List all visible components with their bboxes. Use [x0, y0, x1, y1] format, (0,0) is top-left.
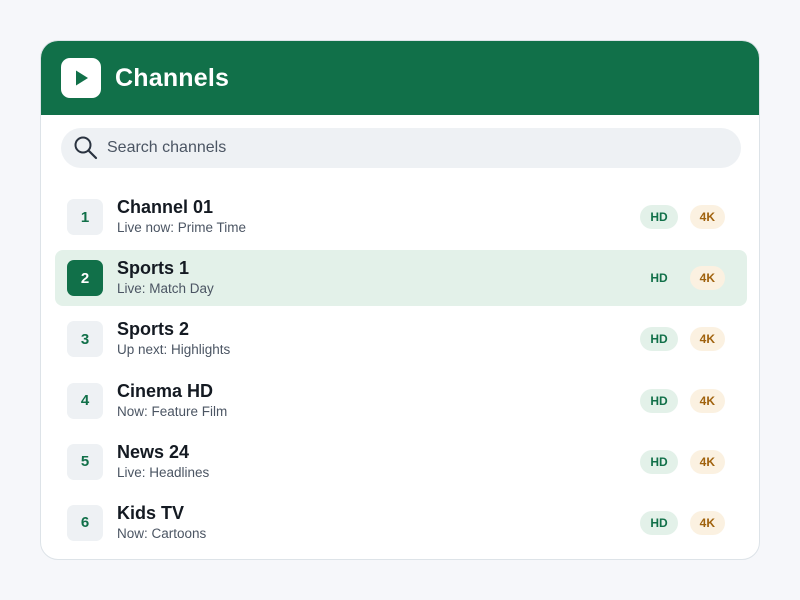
channel-info: Channel 01 Live now: Prime Time	[117, 197, 246, 237]
channel-number: 2	[67, 260, 103, 297]
channel-subtitle: Live now: Prime Time	[117, 220, 247, 235]
channel-row[interactable]: 3 Sports 2 Up next: Highlights HD 4K	[55, 311, 747, 367]
channel-name: Sports 2	[117, 319, 190, 340]
channel-row[interactable]: 6 Kids TV Now: Cartoons HD 4K	[55, 495, 747, 551]
4k-badge: 4K	[689, 327, 725, 352]
channel-row-selected[interactable]: 2 Sports 1 Live: Match Day HD 4K	[55, 250, 747, 307]
channel-name: Cinema HD	[117, 380, 214, 401]
channel-info: Sports 2 Up next: Highlights	[117, 319, 230, 359]
search-input[interactable]	[107, 139, 707, 157]
channel-list: 1 Channel 01 Live now: Prime Time HD 4K …	[55, 189, 747, 556]
search-bar[interactable]	[61, 128, 741, 168]
channel-subtitle: Up next: Highlights	[117, 342, 231, 358]
channel-info: Cinema HD Now: Feature Film	[117, 381, 227, 421]
channel-info: Kids TV Now: Cartoons	[117, 503, 206, 543]
channel-row[interactable]: 1 Channel 01 Live now: Prime Time HD 4K	[55, 189, 747, 245]
channel-number: 1	[67, 199, 103, 235]
4k-badge: 4K	[689, 449, 725, 474]
hd-badge: HD	[640, 510, 678, 535]
badge-group: HD 4K	[640, 327, 725, 352]
badge-group: HD 4K	[640, 266, 725, 291]
channel-name: News 24	[117, 441, 190, 462]
channel-number: 6	[67, 504, 103, 541]
channel-row[interactable]: 4 Cinema HD Now: Feature Film HD 4K	[55, 373, 747, 429]
4k-badge: 4K	[689, 388, 725, 413]
hd-badge: HD	[640, 205, 678, 229]
hd-badge: HD	[640, 449, 678, 474]
page-title: Channels	[115, 63, 230, 92]
channels-card: Channels 1 Channel 01 Live now: Prime Ti…	[40, 40, 760, 560]
header: Channels	[41, 41, 759, 115]
search-icon	[74, 136, 98, 160]
channel-info: Sports 1 Live: Match Day	[117, 258, 214, 298]
channel-info: News 24 Live: Headlines	[117, 442, 209, 482]
channel-subtitle: Now: Feature Film	[117, 403, 228, 419]
channel-name: Sports 1	[117, 258, 190, 279]
hd-badge: HD	[650, 271, 668, 286]
badge-group: HD 4K	[640, 388, 725, 413]
4k-badge: 4K	[689, 266, 725, 291]
badge-group: HD 4K	[640, 510, 725, 535]
play-icon	[61, 58, 101, 98]
4k-badge: 4K	[689, 510, 725, 535]
channel-subtitle: Live: Match Day	[117, 281, 214, 297]
channel-name: Channel 01	[117, 197, 214, 217]
4k-badge: 4K	[689, 205, 725, 229]
channel-number: 5	[67, 443, 103, 480]
badge-group: HD 4K	[640, 449, 725, 474]
channel-name: Kids TV	[117, 502, 185, 523]
channel-subtitle: Now: Cartoons	[117, 525, 207, 541]
channel-subtitle: Live: Headlines	[117, 464, 210, 480]
channel-number: 3	[67, 321, 103, 358]
channel-row[interactable]: 5 News 24 Live: Headlines HD 4K	[55, 434, 747, 490]
channel-number: 4	[67, 382, 103, 419]
hd-badge: HD	[640, 327, 678, 352]
badge-group: HD 4K	[640, 205, 725, 229]
hd-badge: HD	[640, 388, 678, 413]
